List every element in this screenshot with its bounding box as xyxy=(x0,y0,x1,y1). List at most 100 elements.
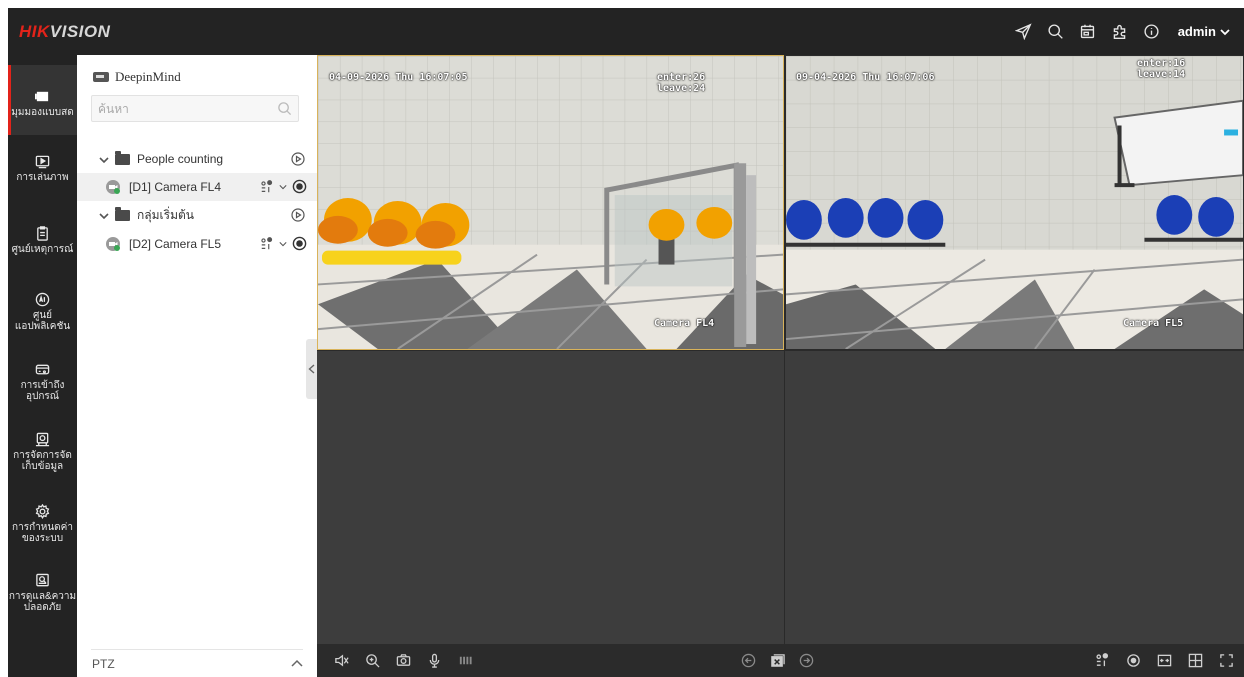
search-icon[interactable] xyxy=(277,101,292,116)
audio-off-icon[interactable] xyxy=(333,653,349,669)
record-icon[interactable] xyxy=(292,236,307,251)
toolbar-center-group xyxy=(740,644,814,677)
nav-label-line2: ของระบบ xyxy=(21,533,64,544)
resource-tree-panel: DeepinMind People counting [D1] Camera F… xyxy=(77,55,317,677)
user-menu[interactable]: admin xyxy=(1178,24,1230,39)
nav-label: ศูนย์เหตุการณ์ xyxy=(11,244,74,255)
osd-camera-label: Camera FL4 xyxy=(654,318,715,329)
device-icon xyxy=(35,364,50,375)
nvr-web-client: HIKVISION admin มุมมองแบบสด การเล่นภาพ ศ… xyxy=(8,8,1244,677)
nav-item-storage[interactable]: การจัดการจัด เก็บข้อมูล xyxy=(8,432,77,472)
live-view-icon xyxy=(35,91,49,102)
osd-timestamp: 04-09-2026 Thu 16:07:05 xyxy=(329,72,468,83)
nav-item-system-config[interactable]: การกำหนดค่า ของระบบ xyxy=(8,504,77,544)
folder-icon xyxy=(115,206,130,221)
close-all-icon[interactable] xyxy=(769,653,785,669)
search-input[interactable] xyxy=(92,96,262,121)
tree-group-row[interactable]: กลุ่มเริ่มต้น xyxy=(77,201,317,229)
video-window-1[interactable]: 04-09-2026 Thu 16:07:05 enter:26 leave:2… xyxy=(317,55,784,350)
search-box xyxy=(91,95,299,122)
tree-group-row[interactable]: People counting xyxy=(77,145,317,173)
logo-part-gray: VISION xyxy=(49,22,111,41)
camera-name: [D2] Camera FL5 xyxy=(129,237,222,251)
storage-icon xyxy=(35,432,50,447)
event-center-icon xyxy=(37,226,48,241)
toolbar-right-group xyxy=(1094,644,1234,677)
record-icon[interactable] xyxy=(292,179,307,194)
left-nav: มุมมองแบบสด การเล่นภาพ ศูนย์เหตุการณ์ ศู… xyxy=(8,55,77,677)
maintenance-icon xyxy=(36,573,49,587)
nav-item-live-view[interactable]: มุมมองแบบสด xyxy=(8,65,77,135)
row-tools xyxy=(260,236,307,251)
ptz-panel-toggle[interactable]: PTZ xyxy=(91,649,303,677)
chevron-left-icon xyxy=(308,364,315,374)
top-bar: HIKVISION admin xyxy=(8,8,1244,55)
chevron-up-icon xyxy=(291,659,303,667)
calendar-icon[interactable] xyxy=(1078,22,1098,42)
hikvision-logo: HIKVISION xyxy=(19,22,110,42)
video-window-4[interactable] xyxy=(785,351,1244,644)
search-icon[interactable] xyxy=(1046,22,1066,42)
record-icon[interactable] xyxy=(1125,653,1141,669)
nvr-icon xyxy=(93,72,109,82)
snapshot-icon[interactable] xyxy=(395,653,411,669)
nav-item-maintenance[interactable]: การดูแล&ความ ปลอดภัย xyxy=(8,573,77,613)
osd-people-counter: enter:26 leave:24 xyxy=(657,72,706,94)
top-icons: admin xyxy=(1014,8,1230,55)
fullscreen-icon[interactable] xyxy=(1218,653,1234,669)
tree-camera-row[interactable]: [D1] Camera FL4 xyxy=(77,173,317,201)
play-circle-icon[interactable] xyxy=(291,152,305,166)
nav-label-line1: การเข้าถึง xyxy=(20,380,65,391)
settings-icon xyxy=(35,504,50,519)
camera-online-icon xyxy=(105,179,121,195)
puzzle-icon[interactable] xyxy=(1110,22,1130,42)
info-icon[interactable] xyxy=(1142,22,1162,42)
nav-item-playback[interactable]: การเล่นภาพ xyxy=(8,154,77,183)
fit-window-icon[interactable] xyxy=(1156,653,1172,669)
device-name: DeepinMind xyxy=(115,69,181,84)
nav-label-line1: การกำหนดค่า xyxy=(12,522,73,533)
ai-icon xyxy=(35,292,50,307)
row-tools xyxy=(260,179,307,194)
camera-feed-fl5 xyxy=(786,56,1243,349)
chevron-down-icon[interactable] xyxy=(99,154,109,164)
camera-feed-fl4 xyxy=(318,56,783,349)
microphone-icon[interactable] xyxy=(426,653,442,669)
send-icon[interactable] xyxy=(1014,22,1034,42)
video-window-3[interactable] xyxy=(317,351,784,644)
nav-item-app-center[interactable]: ศูนย์ แอปพลิเคชัน xyxy=(8,292,77,332)
nav-item-device-access[interactable]: การเข้าถึง อุปกรณ์ xyxy=(8,362,77,402)
layout-grid-icon[interactable] xyxy=(1187,653,1203,669)
group-name: People counting xyxy=(137,152,224,166)
nav-label-line2: เก็บข้อมูล xyxy=(21,461,64,472)
device-header[interactable]: DeepinMind xyxy=(93,69,181,85)
toolbar-left-group xyxy=(333,644,473,677)
people-count-icon[interactable] xyxy=(260,179,274,194)
chevron-down-icon[interactable] xyxy=(279,240,287,248)
grid-divider-horizontal xyxy=(317,350,1244,351)
tree-camera-row[interactable]: [D2] Camera FL5 xyxy=(77,230,317,258)
previous-page-icon[interactable] xyxy=(740,653,756,669)
people-count-icon[interactable] xyxy=(260,236,274,251)
nav-item-event-center[interactable]: ศูนย์เหตุการณ์ xyxy=(8,226,77,255)
stream-bars-icon[interactable] xyxy=(457,653,473,669)
zoom-in-icon[interactable] xyxy=(364,653,380,669)
camera-name: [D1] Camera FL4 xyxy=(129,180,222,194)
chevron-down-icon[interactable] xyxy=(279,183,287,191)
nav-label-line1: ศูนย์ xyxy=(32,310,53,321)
people-count-icon[interactable] xyxy=(1094,653,1110,669)
nav-label-line2: แอปพลิเคชัน xyxy=(14,321,71,332)
play-circle-icon[interactable] xyxy=(291,208,305,222)
chevron-down-icon[interactable] xyxy=(99,210,109,220)
live-view-toolbar xyxy=(317,644,1244,677)
playback-icon xyxy=(35,155,50,169)
nav-label-line2: ปลอดภัย xyxy=(23,602,62,613)
video-window-2[interactable]: 09-04-2026 Thu 16:07:06 enter:16 leave:1… xyxy=(785,55,1244,350)
nav-label-line1: การจัดการจัด xyxy=(13,450,72,461)
ptz-label: PTZ xyxy=(92,656,115,671)
group-name: กลุ่มเริ่มต้น xyxy=(137,207,194,222)
collapse-panel-button[interactable] xyxy=(306,339,317,399)
video-grid: 04-09-2026 Thu 16:07:05 enter:26 leave:2… xyxy=(317,55,1244,644)
next-page-icon[interactable] xyxy=(798,653,814,669)
folder-icon xyxy=(115,150,130,165)
